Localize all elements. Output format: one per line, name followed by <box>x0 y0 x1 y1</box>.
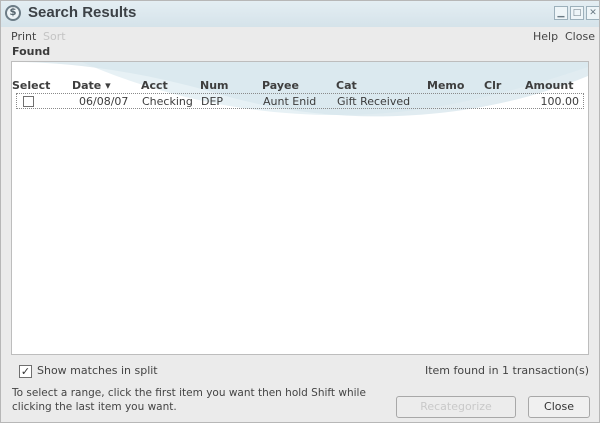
menu-bar: Print Sort Help Close <box>1 27 599 45</box>
column-header-clr[interactable]: Clr <box>484 79 501 92</box>
table-row[interactable]: 06/08/07 Checking DEP Aunt Enid Gift Rec… <box>16 93 584 109</box>
results-list: Select Date ▾ Acct Num Payee Cat Memo Cl… <box>11 61 589 355</box>
cell-amount: 100.00 <box>540 95 580 108</box>
cell-acct: Checking <box>142 95 193 108</box>
menu-close[interactable]: Close <box>565 30 595 43</box>
column-header-date[interactable]: Date ▾ <box>72 79 111 92</box>
found-label: Found <box>12 45 51 58</box>
maximize-icon[interactable]: □ <box>570 6 584 20</box>
select-checkbox[interactable] <box>23 96 34 107</box>
minimize-icon[interactable]: ▁ <box>554 6 568 20</box>
column-header-amount[interactable]: Amount <box>525 79 573 92</box>
cell-payee: Aunt Enid <box>263 95 317 108</box>
show-matches-label[interactable]: Show matches in split <box>37 364 158 377</box>
column-header-num[interactable]: Num <box>200 79 229 92</box>
menu-help[interactable]: Help <box>533 30 558 43</box>
recategorize-button[interactable]: Recategorize <box>396 396 516 418</box>
show-matches-checkbox[interactable]: ✓ <box>19 365 32 378</box>
column-header-select[interactable]: Select <box>12 79 50 92</box>
column-header-memo[interactable]: Memo <box>427 79 464 92</box>
menu-print[interactable]: Print <box>11 30 36 43</box>
menu-sort[interactable]: Sort <box>43 30 66 43</box>
status-text: Item found in 1 transaction(s) <box>424 364 589 377</box>
window-title: Search Results <box>28 4 137 21</box>
close-window-icon[interactable]: ✕ <box>586 6 599 20</box>
close-button[interactable]: Close <box>528 396 590 418</box>
column-header-payee[interactable]: Payee <box>262 79 299 92</box>
cell-cat: Gift Received <box>337 95 411 108</box>
cell-num: DEP <box>201 95 224 108</box>
column-header-acct[interactable]: Acct <box>141 79 168 92</box>
app-logo-icon: $ <box>5 5 21 21</box>
search-results-window: $ Search Results ▁ □ ✕ Print Sort Help C… <box>0 0 600 423</box>
title-bar: $ Search Results ▁ □ ✕ <box>1 1 599 27</box>
cell-date: 06/08/07 <box>79 95 129 108</box>
hint-text: To select a range, click the first item … <box>12 387 366 413</box>
column-header-cat[interactable]: Cat <box>336 79 357 92</box>
